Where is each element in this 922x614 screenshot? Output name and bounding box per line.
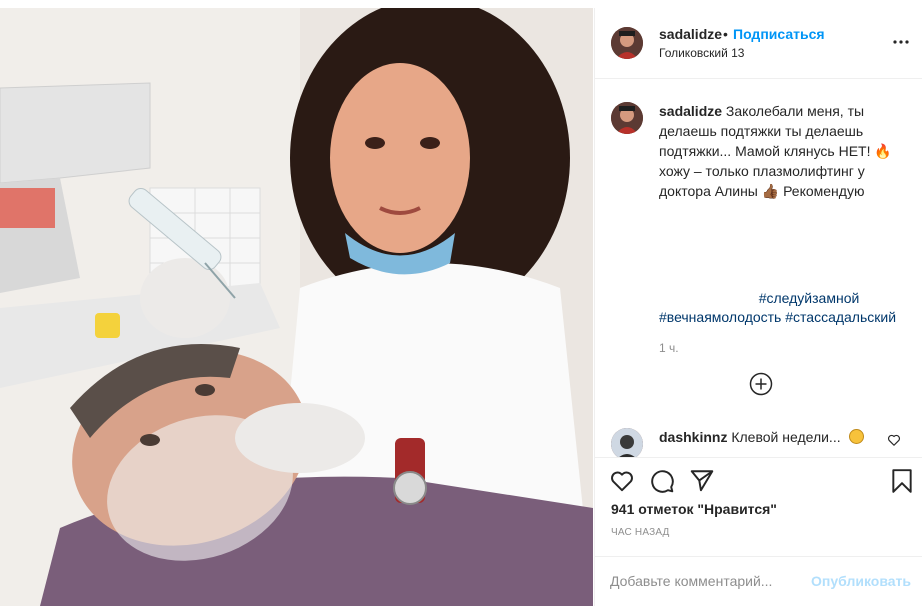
post-header: sadalidze • Подписаться Голиковский 13 [595, 8, 922, 79]
comments-section[interactable]: sadalidze Заколебали меня, ты делаешь по… [595, 80, 922, 457]
likes-count[interactable]: 941 отметок "Нравится" [611, 501, 777, 517]
caption-username[interactable]: sadalidze [659, 103, 722, 119]
post-sidebar: sadalidze • Подписаться Голиковский 13 s… [594, 8, 922, 606]
author-avatar[interactable] [611, 27, 643, 59]
save-bookmark-icon[interactable] [889, 468, 915, 494]
caption-hashtags: #следуйзамной #вечнаямолодость #стассада… [659, 289, 899, 327]
post-photo[interactable] [0, 8, 593, 606]
post-timestamp[interactable]: ЧАС НАЗАД [611, 527, 670, 538]
commenter-avatar[interactable] [611, 428, 643, 457]
author-username[interactable]: sadalidze [659, 26, 722, 42]
load-more-comments-icon[interactable] [749, 372, 773, 396]
publish-button[interactable]: Опубликовать [811, 573, 911, 589]
photo-illustration [0, 8, 593, 606]
comment-input[interactable] [610, 571, 810, 591]
comment-username[interactable]: dashkinnz [659, 429, 727, 445]
location-link[interactable]: Голиковский 13 [659, 46, 744, 60]
instagram-post: sadalidze • Подписаться Голиковский 13 s… [0, 0, 922, 614]
caption-text: sadalidze Заколебали меня, ты делаешь по… [659, 101, 899, 201]
header-separator: • [723, 26, 728, 42]
more-options-icon[interactable] [891, 34, 911, 50]
comment-text: Клевой недели... [731, 429, 841, 445]
hashtag-line-2[interactable]: #вечнаямолодость #стассадальский [659, 309, 896, 325]
add-comment-bar: Опубликовать [595, 556, 922, 606]
comment: dashkinnz Клевой недели... [659, 429, 864, 445]
follow-button[interactable]: Подписаться [733, 26, 825, 42]
action-bar [595, 457, 922, 499]
like-heart-icon[interactable] [609, 468, 635, 494]
share-paper-plane-icon[interactable] [689, 468, 715, 494]
comment-icon[interactable] [649, 468, 675, 494]
avatar-image [611, 102, 643, 134]
hashtag-line-1[interactable]: #следуйзамной [659, 289, 899, 308]
avatar-image [611, 428, 643, 457]
caption-avatar[interactable] [611, 102, 643, 134]
smile-emoji-icon [848, 429, 864, 444]
caption-time: 1 ч. [659, 341, 679, 355]
comment-like-icon[interactable] [887, 433, 901, 447]
avatar-image [611, 27, 643, 59]
